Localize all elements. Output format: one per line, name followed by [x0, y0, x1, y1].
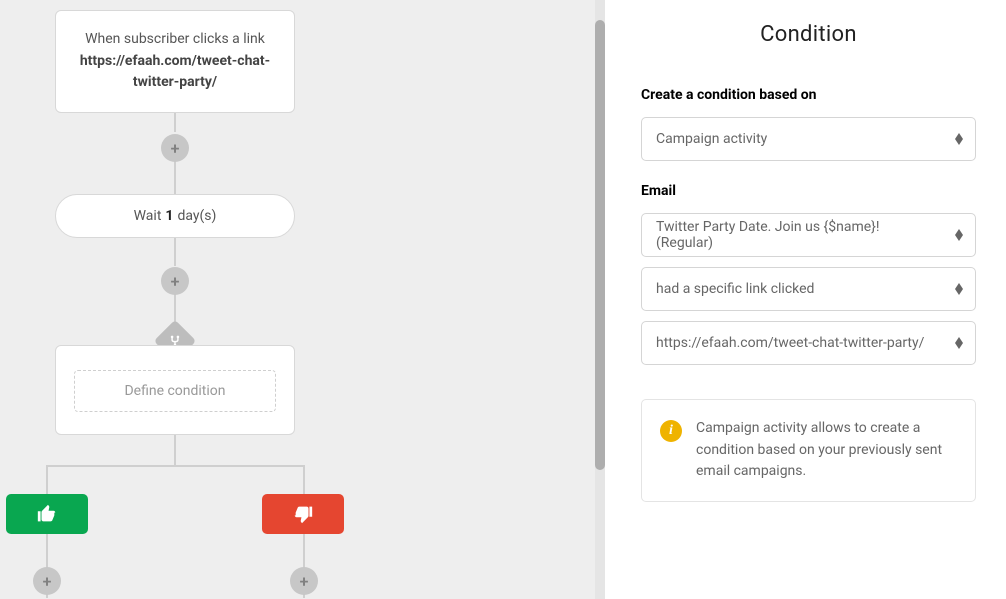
wait-prefix: Wait: [134, 208, 162, 224]
select-arrows-icon: [955, 283, 963, 295]
select-arrows-icon: [955, 337, 963, 349]
select-arrows-icon: [955, 229, 963, 241]
add-step-button[interactable]: +: [161, 134, 189, 162]
select-value: Campaign activity: [656, 131, 767, 147]
info-text: Campaign activity allows to create a con…: [696, 420, 942, 479]
workflow-canvas: When subscriber clicks a link https://ef…: [0, 0, 605, 599]
select-arrows-icon: [955, 133, 963, 145]
branch-no-button[interactable]: [262, 494, 344, 534]
trigger-node[interactable]: When subscriber clicks a link https://ef…: [55, 10, 295, 113]
add-step-button[interactable]: +: [290, 567, 318, 595]
link-select[interactable]: https://efaah.com/tweet-chat-twitter-par…: [641, 321, 976, 365]
trigger-url: https://efaah.com/tweet-chat-twitter-par…: [80, 53, 270, 91]
define-condition-button[interactable]: Define condition: [74, 370, 276, 412]
connector-line: [174, 160, 176, 194]
connector-line: [174, 238, 176, 266]
condition-basis-select[interactable]: Campaign activity: [641, 117, 976, 161]
wait-count: 1: [165, 208, 173, 224]
condition-node[interactable]: Define condition: [55, 345, 295, 435]
email-label: Email: [641, 183, 976, 199]
define-condition-label: Define condition: [124, 383, 225, 399]
thumbs-down-icon: [292, 503, 314, 525]
vertical-scrollbar[interactable]: [595, 0, 605, 599]
panel-title: Condition: [641, 22, 976, 47]
basis-label: Create a condition based on: [641, 87, 976, 103]
connector-line: [46, 465, 304, 467]
select-value: had a specific link clicked: [656, 281, 814, 297]
wait-suffix: day(s): [177, 208, 216, 224]
email-select[interactable]: Twitter Party Date. Join us {$name}! (Re…: [641, 213, 976, 257]
add-step-button[interactable]: +: [161, 267, 189, 295]
wait-node[interactable]: Wait 1 day(s): [55, 194, 295, 238]
info-box: i Campaign activity allows to create a c…: [641, 399, 976, 502]
branch-yes-button[interactable]: [6, 494, 88, 534]
add-step-button[interactable]: +: [33, 567, 61, 595]
action-select[interactable]: had a specific link clicked: [641, 267, 976, 311]
thumbs-up-icon: [36, 503, 58, 525]
trigger-text: When subscriber clicks a link: [85, 31, 265, 47]
condition-panel: Condition Create a condition based on Ca…: [605, 0, 1006, 599]
select-value: Twitter Party Date. Join us {$name}! (Re…: [656, 219, 939, 251]
info-icon: i: [660, 420, 682, 442]
select-value: https://efaah.com/tweet-chat-twitter-par…: [656, 335, 924, 351]
scrollbar-thumb[interactable]: [595, 20, 605, 470]
